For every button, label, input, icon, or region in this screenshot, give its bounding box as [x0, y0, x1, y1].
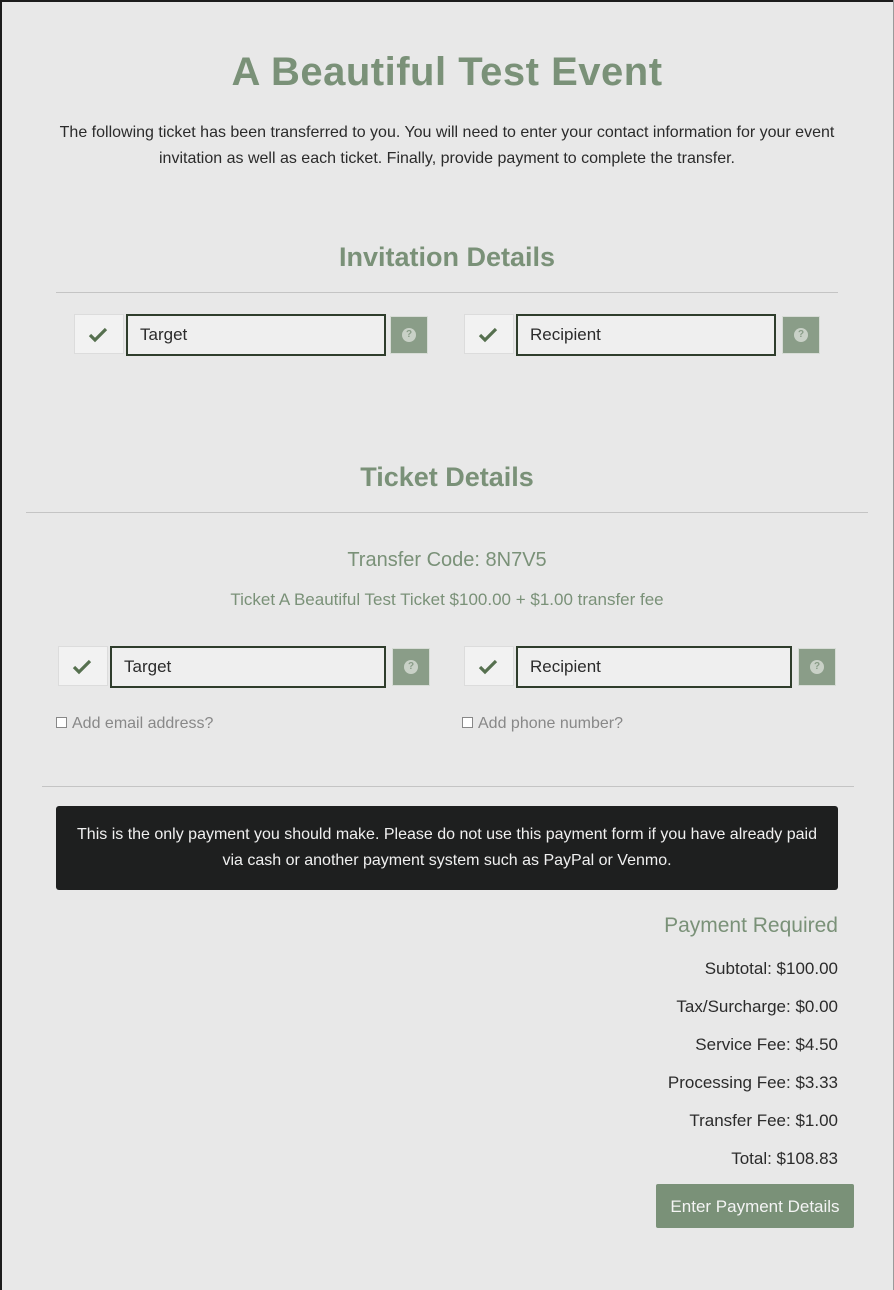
valid-indicator	[58, 646, 108, 686]
ticket-heading: Ticket Details	[360, 462, 534, 492]
valid-indicator	[74, 314, 124, 354]
ticket-first-name-input[interactable]	[110, 646, 386, 688]
question-icon: ?	[402, 328, 416, 342]
ticket-first-name-group: ?	[58, 646, 430, 688]
ticket-last-name-input[interactable]	[516, 646, 792, 688]
invitation-first-name-input[interactable]	[126, 314, 386, 356]
ticket-description: Ticket A Beautiful Test Ticket $100.00 +…	[230, 590, 664, 609]
ticket-divider	[26, 512, 868, 513]
processing-fee-line: Processing Fee: $3.33	[667, 1073, 838, 1092]
payment-heading: Payment Required	[664, 914, 838, 937]
transfer-fee-line: Transfer Fee: $1.00	[689, 1111, 838, 1130]
total-line: Total: $108.83	[731, 1149, 838, 1168]
valid-indicator	[464, 646, 514, 686]
invitation-last-name-input[interactable]	[516, 314, 776, 356]
invitation-divider	[56, 292, 838, 293]
add-phone-label: Add phone number?	[478, 715, 623, 732]
transfer-code: Transfer Code: 8N7V5	[347, 549, 547, 571]
service-fee-line: Service Fee: $4.50	[695, 1035, 838, 1054]
help-button[interactable]: ?	[392, 648, 430, 686]
help-button[interactable]: ?	[390, 316, 428, 354]
intro-text: The following ticket has been transferre…	[59, 124, 835, 167]
payment-warning: This is the only payment you should make…	[56, 806, 838, 890]
ticket-last-name-group: ?	[464, 646, 838, 688]
question-icon: ?	[810, 660, 824, 674]
event-title: A Beautiful Test Event	[231, 50, 663, 94]
valid-indicator	[464, 314, 514, 354]
subtotal-line: Subtotal: $100.00	[704, 959, 838, 978]
invitation-last-name-group: ?	[464, 314, 822, 356]
add-phone-checkbox[interactable]	[462, 717, 473, 729]
invitation-first-name-group: ?	[74, 314, 430, 356]
tax-line: Tax/Surcharge: $0.00	[676, 997, 838, 1016]
help-button[interactable]: ?	[782, 316, 820, 354]
enter-payment-details-button[interactable]: Enter Payment Details	[656, 1184, 854, 1228]
add-email-checkbox[interactable]	[56, 717, 67, 729]
invitation-heading: Invitation Details	[338, 242, 556, 272]
help-button[interactable]: ?	[798, 648, 836, 686]
add-phone-option[interactable]: Add phone number?	[462, 714, 623, 734]
question-icon: ?	[404, 660, 418, 674]
payment-divider	[42, 786, 854, 787]
add-email-label: Add email address?	[72, 715, 214, 732]
question-icon: ?	[794, 328, 808, 342]
page-frame	[0, 0, 894, 1290]
add-email-option[interactable]: Add email address?	[56, 714, 213, 734]
